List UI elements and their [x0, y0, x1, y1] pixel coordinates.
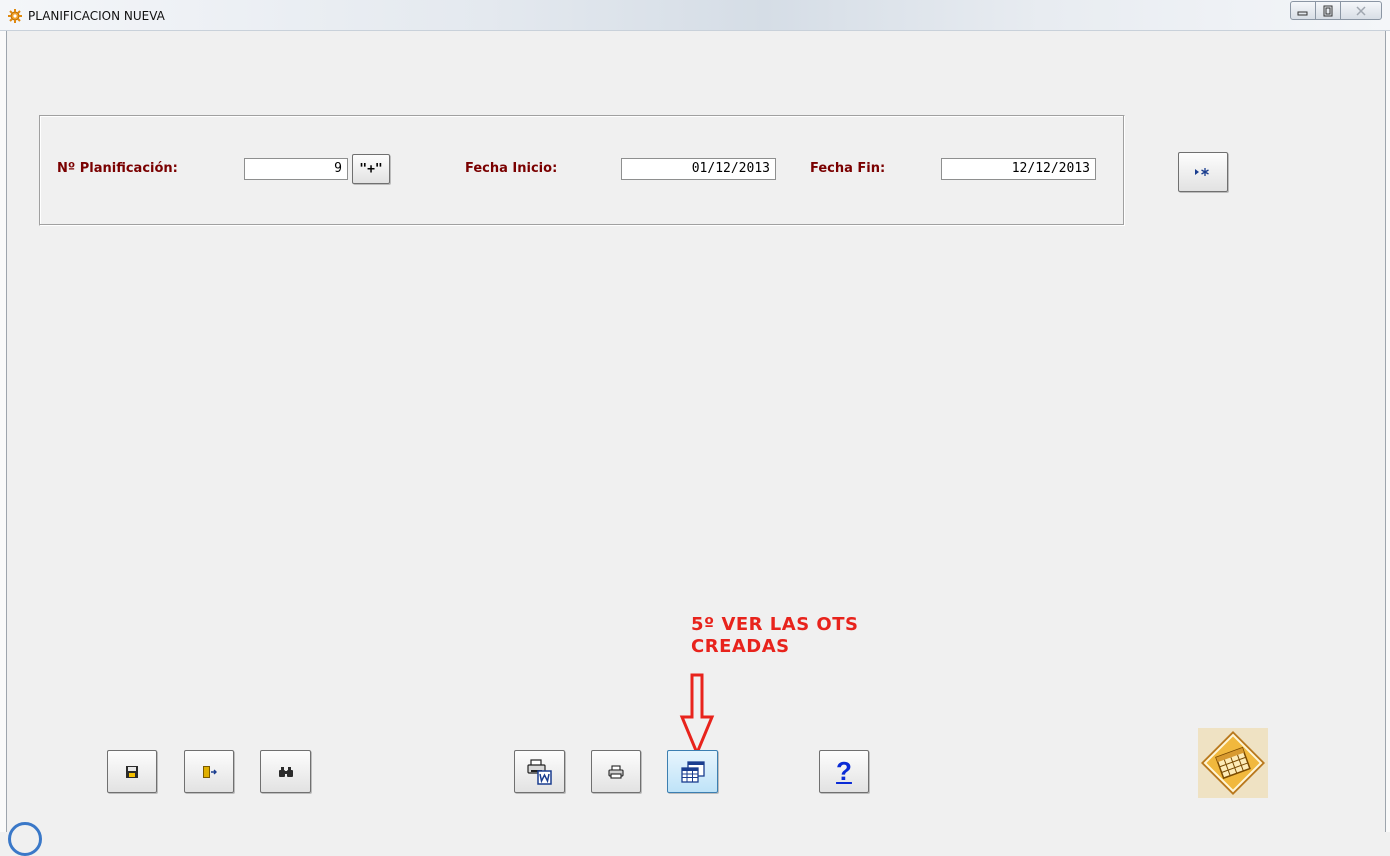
new-record-button[interactable] [1178, 152, 1228, 192]
app-gear-icon [8, 9, 22, 23]
help-label: ? [836, 756, 852, 786]
close-icon [1356, 5, 1366, 16]
window-frame-left [0, 31, 7, 832]
end-date-field[interactable]: 12/12/2013 [941, 158, 1096, 180]
window-title: PLANIFICACION NUEVA [28, 9, 165, 23]
app-logo [1198, 728, 1268, 798]
window-frame-right [1385, 31, 1390, 832]
help-button[interactable]: ? [819, 750, 869, 793]
grid-table-icon [680, 760, 705, 783]
annotation-line-2: CREADAS [691, 636, 790, 657]
start-date-field[interactable]: 01/12/2013 [621, 158, 776, 180]
search-button[interactable] [260, 750, 311, 793]
minimize-icon [1297, 11, 1308, 15]
restore-icon [1323, 5, 1333, 16]
binoculars-icon [278, 766, 293, 777]
annotation-line-1: 5º VER LAS OTS [691, 614, 859, 635]
start-date-label: Fecha Inicio: [465, 161, 558, 176]
annotation-arrow-icon [679, 673, 715, 757]
calendar-logo-icon [1201, 731, 1265, 795]
save-icon [126, 765, 138, 778]
exit-door-icon [203, 765, 217, 778]
print-word-button[interactable] [514, 750, 565, 793]
save-button[interactable] [107, 750, 157, 793]
exit-button[interactable] [184, 750, 234, 793]
end-date-label: Fecha Fin: [810, 161, 886, 176]
restore-button[interactable] [1315, 1, 1341, 20]
new-record-icon [1195, 168, 1209, 176]
partial-circle-icon [8, 822, 42, 856]
title-bar: PLANIFICACION NUEVA [0, 0, 1390, 31]
plan-number-label: Nº Planificación: [57, 161, 178, 176]
plan-number-field[interactable]: 9 [244, 158, 348, 180]
close-button[interactable] [1340, 1, 1382, 20]
minimize-button[interactable] [1290, 1, 1316, 20]
window-controls [1290, 1, 1382, 20]
annotation-text: 5º VER LAS OTS CREADAS [691, 614, 858, 658]
print-word-icon [526, 758, 552, 785]
printer-icon [608, 764, 624, 779]
print-button[interactable] [591, 750, 641, 793]
next-number-button[interactable]: "+" [352, 154, 390, 184]
view-ots-button[interactable] [667, 750, 718, 793]
